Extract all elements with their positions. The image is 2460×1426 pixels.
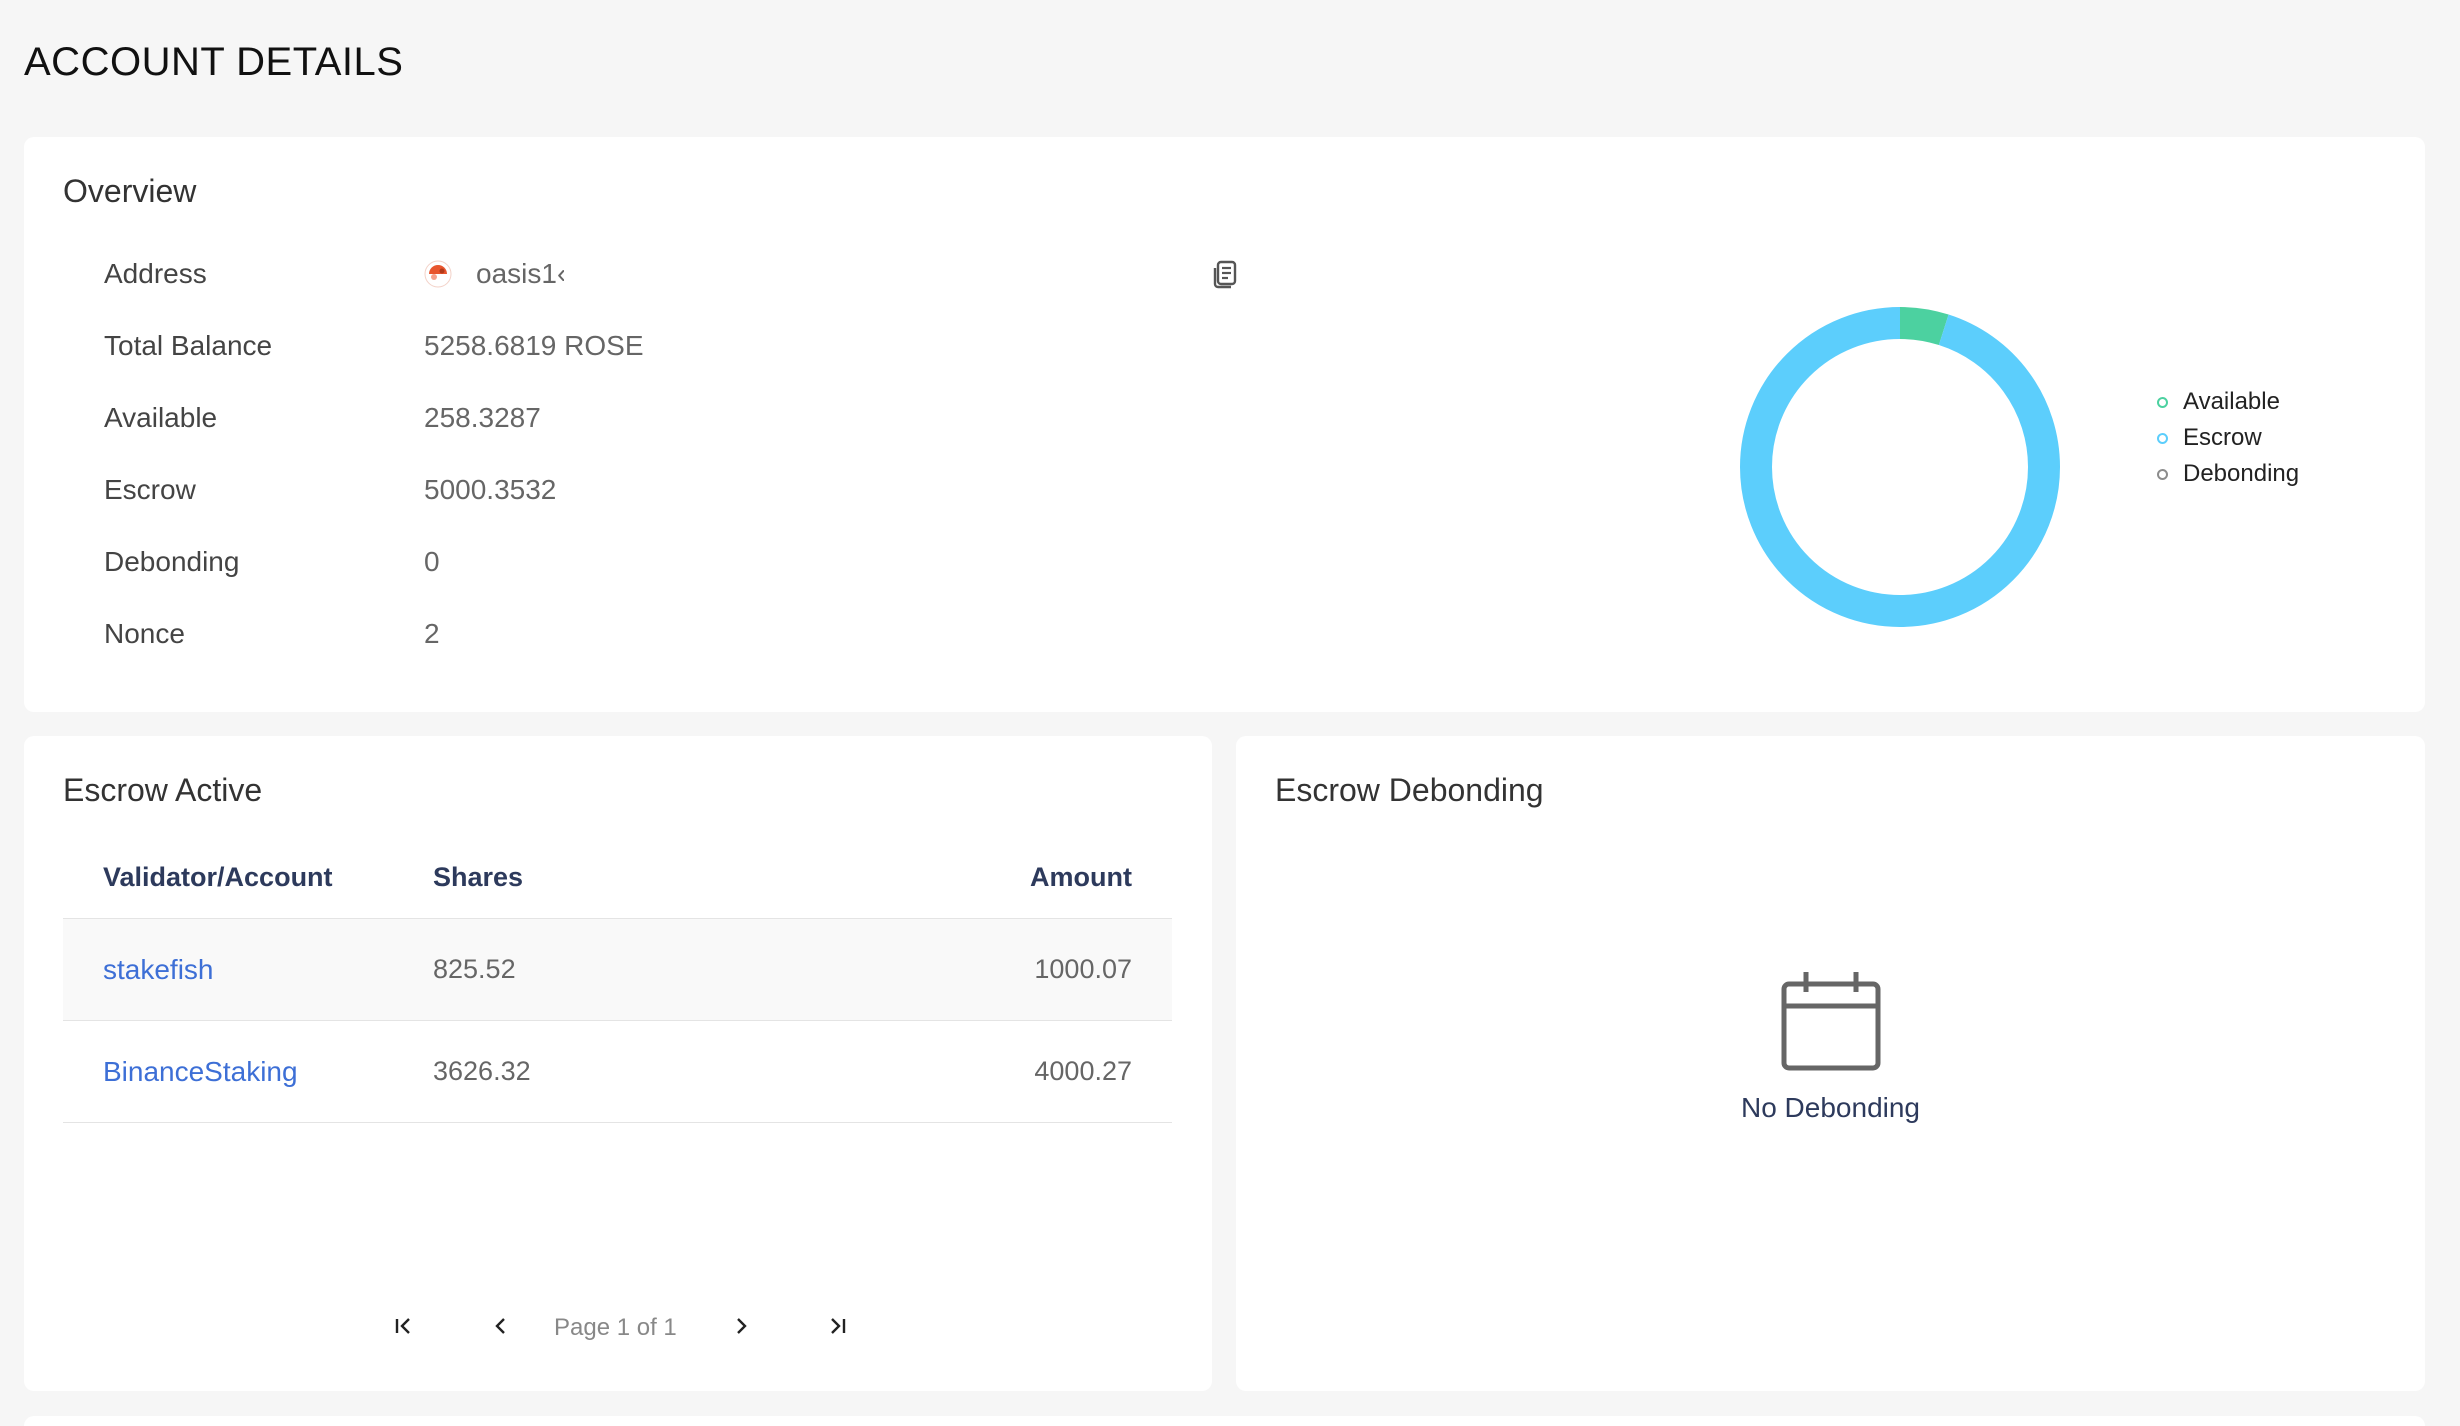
debonding-row: Debonding 0 xyxy=(104,542,440,582)
available-row: Available 258.3287 xyxy=(104,398,541,438)
legend-item-escrow[interactable]: Escrow xyxy=(2157,420,2299,456)
escrow-active-card: Escrow Active Validator/Account Shares A… xyxy=(24,736,1212,1391)
column-header-account: Validator/Account xyxy=(103,861,333,892)
table-header: Validator/Account Shares Amount xyxy=(63,836,1172,919)
account-details-page: ACCOUNT DETAILS Overview Address oasis1‹… xyxy=(0,0,2460,1426)
total-balance-row: Total Balance 5258.6819 ROSE xyxy=(104,326,644,366)
overview-title: Overview xyxy=(63,173,197,209)
amount-cell: 4000.27 xyxy=(1034,1056,1132,1086)
next-page-button[interactable] xyxy=(721,1306,761,1346)
legend-dot-available xyxy=(2157,396,2168,408)
address-label: Address xyxy=(104,258,207,289)
previous-page-button[interactable] xyxy=(481,1306,521,1346)
shares-cell: 825.52 xyxy=(433,954,516,984)
pagination: Page 1 of 1 xyxy=(24,1301,1212,1351)
escrow-debonding-title: Escrow Debonding xyxy=(1275,772,1544,808)
last-page-icon xyxy=(831,1318,846,1334)
nonce-label: Nonce xyxy=(104,618,185,649)
legend-dot-escrow xyxy=(2157,432,2168,444)
chevron-left-icon xyxy=(495,1318,505,1334)
escrow-debonding-card: Escrow Debonding No Debonding xyxy=(1236,736,2425,1391)
page-title: ACCOUNT DETAILS xyxy=(24,40,404,84)
available-value: 258.3287 xyxy=(424,402,541,433)
table-row: stakefish 825.52 1000.07 xyxy=(63,919,1172,1021)
debonding-label: Debonding xyxy=(104,546,240,577)
legend-item-available[interactable]: Available xyxy=(2157,384,2299,420)
escrow-label: Escrow xyxy=(104,474,196,505)
legend-label-available: Available xyxy=(2183,388,2280,415)
total-balance-label: Total Balance xyxy=(104,330,273,361)
donut-slice-escrow[interactable] xyxy=(1740,307,2060,627)
available-label: Available xyxy=(104,402,218,433)
address-avatar-icon xyxy=(424,260,452,288)
next-section-card xyxy=(24,1416,2425,1426)
shares-cell: 3626.32 xyxy=(433,1056,531,1086)
balance-donut-chart xyxy=(1700,267,2100,667)
escrow-row: Escrow 5000.3532 xyxy=(104,470,556,510)
copy-icon xyxy=(1213,260,1237,289)
chart-legend: Available Escrow Debonding xyxy=(2157,384,2299,492)
amount-cell: 1000.07 xyxy=(1034,954,1132,984)
column-header-shares: Shares xyxy=(433,861,524,892)
legend-item-debonding[interactable]: Debonding xyxy=(2157,456,2299,492)
escrow-active-title: Escrow Active xyxy=(63,772,263,808)
nonce-row: Nonce 2 xyxy=(104,614,440,654)
legend-label-escrow: Escrow xyxy=(2183,424,2262,451)
debonding-value: 0 xyxy=(424,546,440,577)
nonce-value: 2 xyxy=(424,618,440,649)
address-row: Address oasis1‹ xyxy=(104,254,564,294)
copy-address-button[interactable] xyxy=(1205,255,1245,295)
legend-dot-debonding xyxy=(2157,468,2168,480)
escrow-value: 5000.3532 xyxy=(424,474,557,505)
validator-link[interactable]: BinanceStaking xyxy=(63,1056,433,1088)
first-page-button[interactable] xyxy=(384,1306,424,1346)
column-header-amount: Amount xyxy=(1030,861,1132,892)
last-page-button[interactable] xyxy=(817,1306,857,1346)
first-page-icon xyxy=(395,1318,410,1334)
page-indicator: Page 1 of 1 xyxy=(554,1314,677,1341)
total-balance-value: 5258.6819 ROSE xyxy=(424,330,644,361)
empty-state-text: No Debonding xyxy=(1740,1092,1921,1123)
validator-link[interactable]: stakefish xyxy=(63,954,433,986)
chevron-right-icon xyxy=(737,1318,747,1334)
escrow-active-table: Validator/Account Shares Amount stakefis… xyxy=(63,836,1172,1123)
legend-label-debonding: Debonding xyxy=(2183,460,2300,487)
address-value[interactable]: oasis1‹ xyxy=(476,258,564,290)
overview-card: Overview Address oasis1‹ Total Balance 5… xyxy=(24,137,2425,712)
table-row: BinanceStaking 3626.32 4000.27 xyxy=(63,1021,1172,1123)
calendar-icon xyxy=(1776,966,1886,1076)
